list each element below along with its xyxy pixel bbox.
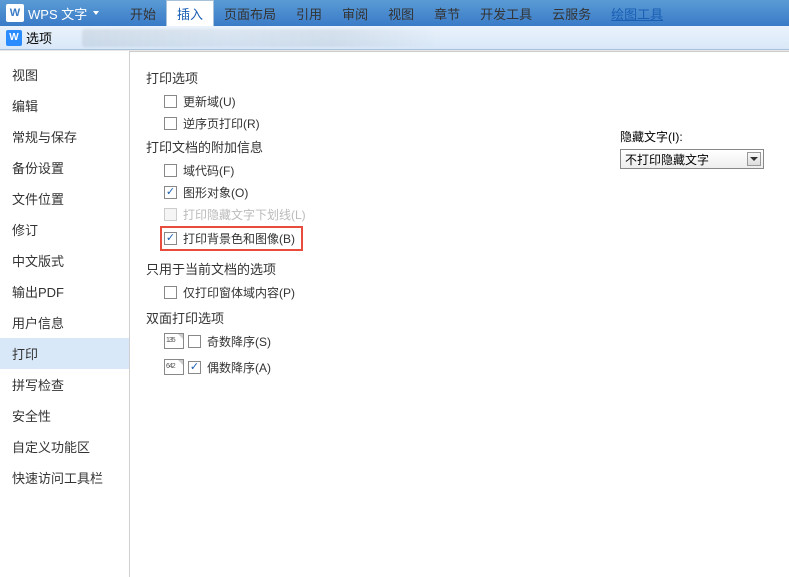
label-reverse-order: 逆序页打印(R) xyxy=(183,115,260,132)
tab-devtools[interactable]: 开发工具 xyxy=(470,0,542,26)
sidebar-item-user-info[interactable]: 用户信息 xyxy=(0,307,129,338)
dialog-logo-icon: W xyxy=(6,30,22,46)
ribbon-blurred-area xyxy=(82,29,442,47)
label-field-codes: 域代码(F) xyxy=(183,162,234,179)
duplex-odd-icon xyxy=(164,333,184,349)
checkbox-even-descending[interactable] xyxy=(188,361,201,374)
sidebar-item-backup[interactable]: 备份设置 xyxy=(0,152,129,183)
options-sidebar: 视图 编辑 常规与保存 备份设置 文件位置 修订 中文版式 输出PDF 用户信息… xyxy=(0,51,130,577)
sidebar-item-edit[interactable]: 编辑 xyxy=(0,90,129,121)
label-odd-descending: 奇数降序(S) xyxy=(207,333,271,350)
sidebar-item-output-pdf[interactable]: 输出PDF xyxy=(0,276,129,307)
checkbox-form-content-only[interactable] xyxy=(164,286,177,299)
sidebar-item-spellcheck[interactable]: 拼写检查 xyxy=(0,369,129,400)
sidebar-item-chinese-layout[interactable]: 中文版式 xyxy=(0,245,129,276)
tab-cloud[interactable]: 云服务 xyxy=(542,0,601,26)
sidebar-item-general-save[interactable]: 常规与保存 xyxy=(0,121,129,152)
label-drawing-objects: 图形对象(O) xyxy=(183,184,248,201)
section-duplex: 双面打印选项 xyxy=(146,308,773,327)
sidebar-item-file-location[interactable]: 文件位置 xyxy=(0,183,129,214)
options-content: 打印选项 更新域(U) 逆序页打印(R) 打印文档的附加信息 域代码(F) 图形… xyxy=(130,51,789,577)
checkbox-update-fields[interactable] xyxy=(164,95,177,108)
tab-chapter[interactable]: 章节 xyxy=(424,0,470,26)
tab-view[interactable]: 视图 xyxy=(378,0,424,26)
highlight-print-bg-images: 打印背景色和图像(B) xyxy=(160,226,303,251)
dialog-title: 选项 xyxy=(26,28,52,47)
sidebar-item-print[interactable]: 打印 xyxy=(0,338,129,369)
label-print-bg-images: 打印背景色和图像(B) xyxy=(183,230,295,247)
checkbox-odd-descending[interactable] xyxy=(188,335,201,348)
sidebar-item-quick-access[interactable]: 快速访问工具栏 xyxy=(0,462,129,493)
duplex-even-icon xyxy=(164,359,184,375)
label-hidden-text: 隐藏文字(I): xyxy=(620,128,764,145)
dropdown-arrow-icon[interactable] xyxy=(747,152,761,166)
tab-review[interactable]: 审阅 xyxy=(332,0,378,26)
checkbox-print-bg-images[interactable] xyxy=(164,232,177,245)
tab-start[interactable]: 开始 xyxy=(120,0,166,26)
label-update-fields: 更新域(U) xyxy=(183,93,236,110)
tab-insert[interactable]: 插入 xyxy=(166,0,214,26)
checkbox-hidden-underline xyxy=(164,208,177,221)
checkbox-reverse-order[interactable] xyxy=(164,117,177,130)
tab-references[interactable]: 引用 xyxy=(286,0,332,26)
label-hidden-underline: 打印隐藏文字下划线(L) xyxy=(183,206,306,223)
sidebar-item-customize-ribbon[interactable]: 自定义功能区 xyxy=(0,431,129,462)
sidebar-item-view[interactable]: 视图 xyxy=(0,59,129,90)
section-print-options: 打印选项 xyxy=(146,68,773,87)
tab-page-layout[interactable]: 页面布局 xyxy=(214,0,286,26)
sidebar-item-revision[interactable]: 修订 xyxy=(0,214,129,245)
dialog-header: W 选项 xyxy=(0,26,789,50)
section-current-doc-only: 只用于当前文档的选项 xyxy=(146,259,773,278)
tab-draw-tools[interactable]: 绘图工具 xyxy=(601,0,673,26)
checkbox-field-codes[interactable] xyxy=(164,164,177,177)
checkbox-drawing-objects[interactable] xyxy=(164,186,177,199)
label-even-descending: 偶数降序(A) xyxy=(207,359,271,376)
label-form-content-only: 仅打印窗体域内容(P) xyxy=(183,284,295,301)
sidebar-item-security[interactable]: 安全性 xyxy=(0,400,129,431)
select-hidden-text[interactable]: 不打印隐藏文字 xyxy=(620,149,764,169)
select-hidden-text-value: 不打印隐藏文字 xyxy=(625,151,709,168)
